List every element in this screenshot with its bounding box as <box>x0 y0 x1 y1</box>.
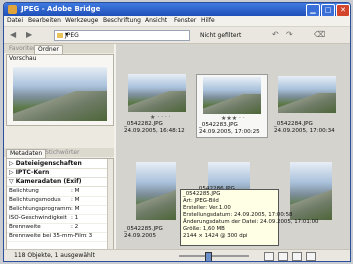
thumbnail-date: 24.09.2005, 17:00:34 <box>274 128 335 134</box>
view-thumbnail-button[interactable] <box>264 252 274 261</box>
view-details-button[interactable] <box>292 252 302 261</box>
thumbnail-item[interactable]: ★ · · · · _0542282.JPG 24.09.2005, 16:48… <box>122 74 192 136</box>
preview-image <box>13 67 107 121</box>
tab-metadaten[interactable]: Metadaten <box>6 149 47 158</box>
chevron-down-icon: ▾ <box>65 31 69 38</box>
rating-stars[interactable]: ★ · · · · <box>150 114 171 121</box>
rotate-right-icon[interactable]: ↷ <box>286 27 293 43</box>
slider-knob[interactable] <box>205 252 212 261</box>
menu-werkzeuge[interactable]: Werkzeuge <box>65 17 98 24</box>
section-dateieigenschaften[interactable]: ▷ Dateieigenschaften <box>7 160 109 169</box>
thumbnail-date: 24.09.2005, 17:00:25 <box>199 129 260 135</box>
metadata-row: ISO-Geschwindigkeit: 1 <box>7 215 109 224</box>
menu-bar: Datei Bearbeiten Werkzeuge Beschriftung … <box>4 16 350 27</box>
tab-ordner[interactable]: Ordner <box>34 45 63 54</box>
file-info-tooltip: _0542285.JPG Art: JPEG-Bild Ersteller: V… <box>180 189 318 246</box>
view-filmstrip-button[interactable] <box>278 252 288 261</box>
thumbnail-item-selected[interactable]: ★★★ · · _0542283.JPG 24.09.2005, 17:00:2… <box>196 74 268 138</box>
menu-beschriftung[interactable]: Beschriftung <box>103 17 141 24</box>
menu-hilfe[interactable]: Hilfe <box>201 17 215 24</box>
folder-icon <box>57 33 63 38</box>
rating-stars[interactable]: ★★★ · · <box>221 115 245 122</box>
trash-icon[interactable]: ⌫ <box>314 27 325 43</box>
thumbnail-image <box>278 76 336 113</box>
metadata-tabs: Metadaten Stichwörter <box>4 148 114 158</box>
metadata-list: ▷ Dateieigenschaften ▷ IPTC-Kern ▽ Kamer… <box>6 158 114 250</box>
toolbar: ◀ ▶ JPEG ▾ Nicht gefiltert ↶ ↷ ⌫ <box>4 27 350 44</box>
metadata-row: Belichtungsprogramm: M <box>7 206 109 215</box>
menu-ansicht[interactable]: Ansicht <box>145 17 167 24</box>
thumbnail-image <box>203 77 261 114</box>
path-dropdown[interactable]: JPEG ▾ <box>54 30 190 41</box>
thumbnail-date: 24.09.2005, 16:48:12 <box>124 128 185 134</box>
menu-fenster[interactable]: Fenster <box>174 17 196 24</box>
window-title: JPEG - Adobe Bridge <box>21 5 101 13</box>
section-iptc-kern[interactable]: ▷ IPTC-Kern <box>7 169 109 178</box>
menu-bearbeiten[interactable]: Bearbeiten <box>28 17 61 24</box>
preview-label: Vorschau <box>9 55 37 62</box>
back-icon[interactable]: ◀ <box>10 27 16 43</box>
app-icon <box>8 5 17 14</box>
metadata-scrollbar[interactable] <box>107 159 113 249</box>
rotate-left-icon[interactable]: ↶ <box>272 27 279 43</box>
thumbnail-item[interactable]: _0542284.JPG 24.09.2005, 17:00:34 <box>272 74 342 136</box>
status-text: 118 Objekte, 1 ausgewählt <box>14 252 95 259</box>
bridge-window: JPEG - Adobe Bridge ▁ □ ✕ Datei Bearbeit… <box>3 2 351 262</box>
thumbnail-image <box>290 162 332 220</box>
tab-stichwoerter[interactable]: Stichwörter <box>42 149 83 157</box>
forward-icon[interactable]: ▶ <box>26 27 32 43</box>
metadata-row: Belichtung: M <box>7 188 109 197</box>
filter-dropdown[interactable]: Nicht gefiltert <box>200 32 241 39</box>
metadata-row: Belichtungsmodus: M <box>7 197 109 206</box>
thumbnail-item[interactable] <box>272 162 342 242</box>
thumbnail-filename: _0542282.JPG <box>124 121 163 127</box>
panel-tabs: Favoriten Ordner <box>4 44 114 54</box>
preview-panel: Vorschau <box>6 54 114 126</box>
thumbnail-image <box>136 162 176 220</box>
section-kameradaten[interactable]: ▽ Kameradaten (Exif) <box>7 178 109 187</box>
metadata-row: Brennweite: 2 <box>7 224 109 233</box>
thumbnail-date: 24.09.2005 <box>124 233 157 239</box>
menu-datei[interactable]: Datei <box>7 17 23 24</box>
view-versions-button[interactable] <box>306 252 316 261</box>
thumbnail-filename: _0542284.JPG <box>274 121 313 127</box>
left-panel: Favoriten Ordner Vorschau Metadaten Stic… <box>4 44 114 250</box>
title-bar[interactable]: JPEG - Adobe Bridge ▁ □ ✕ <box>4 3 350 17</box>
thumbnail-filename: _0542283.JPG <box>199 122 238 128</box>
thumbnail-image <box>128 74 186 112</box>
thumbnail-size-slider[interactable] <box>179 252 249 261</box>
metadata-row: Brennweite bei 35-mm-Film: 3 <box>7 233 109 242</box>
thumbnail-filename: _0542285.JPG <box>124 226 163 232</box>
status-bar: 118 Objekte, 1 ausgewählt <box>4 249 350 261</box>
